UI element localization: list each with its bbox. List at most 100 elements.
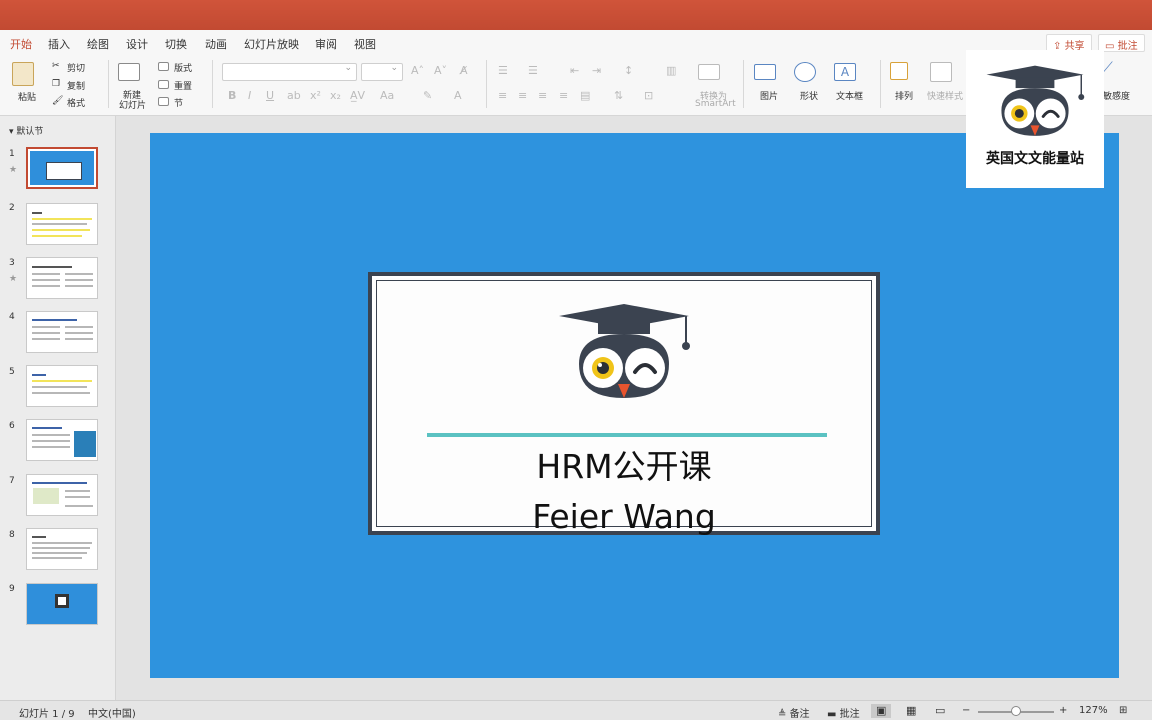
layout-button[interactable]: 版式 [174,61,192,74]
tab-draw[interactable]: 绘图 [87,36,109,52]
new-slide-icon[interactable] [118,63,140,81]
shape-button[interactable]: 形状 [800,89,818,102]
superscript-icon[interactable]: x² [310,89,321,102]
subscript-icon[interactable]: x₂ [330,89,341,102]
slide-thumbnail-7[interactable] [26,474,98,516]
watermark-text: 英国文文能量站 [986,151,1084,167]
comments-toggle[interactable]: ▬ 批注 [827,705,860,720]
justify-icon[interactable]: ≡ [559,89,568,102]
align-right-icon[interactable]: ≡ [538,89,547,102]
slide-canvas[interactable]: HRM公开课 Feier Wang [150,133,1119,678]
picture-icon[interactable] [754,64,776,80]
slide-thumbnail-6[interactable] [26,419,98,461]
line-spacing-icon[interactable]: ↕ [624,64,633,77]
format-painter-button[interactable]: 格式 [67,96,85,109]
font-family-select[interactable] [222,63,357,81]
paste-button[interactable]: 粘贴 [18,90,36,103]
align-text-icon[interactable]: ⊡ [644,89,653,102]
tab-home[interactable]: 开始 [10,36,32,57]
reading-view-button[interactable]: ▭ [930,704,950,718]
slide-thumbnail-pane: ▾ 默认节 1 ★ 2 3 ★ 4 5 6 7 8 9 [0,116,116,700]
slide-title[interactable]: HRM公开课 [374,440,874,488]
arrange-icon[interactable] [890,62,908,80]
slide-thumbnail-2[interactable] [26,203,98,245]
quick-styles-button[interactable]: 快速样式 [927,89,963,102]
fit-to-window-icon[interactable]: ⊞ [1119,705,1127,716]
textbox-button[interactable]: 文本框 [836,89,863,102]
slide-thumbnail-4[interactable] [26,311,98,353]
sensitivity-button[interactable]: 敏感度 [1103,89,1130,102]
slide-subtitle[interactable]: Feier Wang [374,497,874,536]
bold-icon[interactable]: B [228,89,236,102]
decrease-indent-icon[interactable]: ⇤ [570,64,579,77]
owl-watermark-icon [986,65,1085,136]
columns-icon[interactable]: ▥ [666,64,676,77]
font-color-icon[interactable]: A [454,89,462,102]
normal-view-button[interactable]: ▣ [871,704,891,718]
shape-icon[interactable] [794,62,816,82]
section-header[interactable]: ▾ 默认节 [9,124,43,137]
slide-number: 8 [9,530,15,540]
tab-insert[interactable]: 插入 [48,36,70,52]
decrease-font-icon[interactable]: A˅ [434,64,447,77]
increase-indent-icon[interactable]: ⇥ [592,64,601,77]
convert-smartart-line2[interactable]: SmartArt [695,99,736,109]
numbering-icon[interactable]: ☰ [528,64,538,77]
zoom-out-icon[interactable]: − [962,705,970,716]
italic-icon[interactable]: I [248,89,251,102]
font-size-select[interactable] [361,63,403,81]
zoom-slider-handle[interactable] [1011,706,1021,716]
picture-button[interactable]: 图片 [760,89,778,102]
sensitivity-icon[interactable]: ⟋ [1103,60,1113,76]
distribute-icon[interactable]: ▤ [580,89,590,102]
reset-button[interactable]: 重置 [174,79,192,92]
layout-icon[interactable] [158,62,169,71]
cut-button[interactable]: 剪切 [67,61,85,74]
arrange-button[interactable]: 排列 [895,89,913,102]
copy-icon[interactable]: ❐ [52,79,60,89]
slide-thumbnail-1[interactable] [26,147,98,189]
slide-thumbnail-3[interactable] [26,257,98,299]
underline-icon[interactable]: U [266,89,274,102]
title-card-inner: HRM公开课 Feier Wang [372,276,876,536]
format-painter-icon[interactable]: 🖌 [52,96,63,106]
clear-format-icon[interactable]: A̸ [460,64,468,77]
slide-position: 幻灯片 1 / 9 [19,709,75,720]
tab-slideshow[interactable]: 幻灯片放映 [244,36,299,52]
title-card[interactable]: HRM公开课 Feier Wang [368,272,880,536]
cut-icon[interactable]: ✂ [52,61,60,71]
zoom-level[interactable]: 127% [1079,705,1108,716]
slide-thumbnail-8[interactable] [26,528,98,570]
slide-thumbnail-9[interactable] [26,583,98,625]
paste-icon[interactable] [12,62,34,86]
strikethrough-icon[interactable]: ab [287,89,301,102]
zoom-in-icon[interactable]: + [1059,705,1067,716]
text-direction-icon[interactable]: ⇅ [614,89,623,102]
tab-design[interactable]: 设计 [126,36,148,52]
highlight-icon[interactable]: ✎ [423,89,432,102]
smartart-icon[interactable] [698,64,720,80]
character-spacing-icon[interactable]: A̲V [350,89,365,102]
tab-animations[interactable]: 动画 [205,36,227,52]
notes-button[interactable]: ≜ 备注 [778,705,810,720]
tab-view[interactable]: 视图 [354,36,376,52]
comments-button[interactable]: ▭ 批注 [1098,34,1145,52]
bullets-icon[interactable]: ☰ [498,64,508,77]
slide-sorter-button[interactable]: ▦ [901,704,921,718]
change-case-icon[interactable]: Aa [380,89,394,102]
slide-number: 2 [9,203,15,213]
align-left-icon[interactable]: ≡ [498,89,507,102]
section-button[interactable]: 节 [174,96,183,109]
tab-review[interactable]: 审阅 [315,36,337,52]
quick-styles-icon[interactable] [930,62,952,82]
slide-thumbnail-5[interactable] [26,365,98,407]
align-center-icon[interactable]: ≡ [518,89,527,102]
tab-transitions[interactable]: 切换 [165,36,187,52]
textbox-icon[interactable]: A [834,63,856,81]
copy-button[interactable]: 复制 [67,79,85,92]
new-slide-button-line2[interactable]: 幻灯片 [119,98,146,111]
language-indicator[interactable]: 中文(中国) [88,705,136,720]
increase-font-icon[interactable]: A˄ [411,64,424,77]
section-icon[interactable] [158,97,169,106]
reset-icon[interactable] [158,80,169,89]
